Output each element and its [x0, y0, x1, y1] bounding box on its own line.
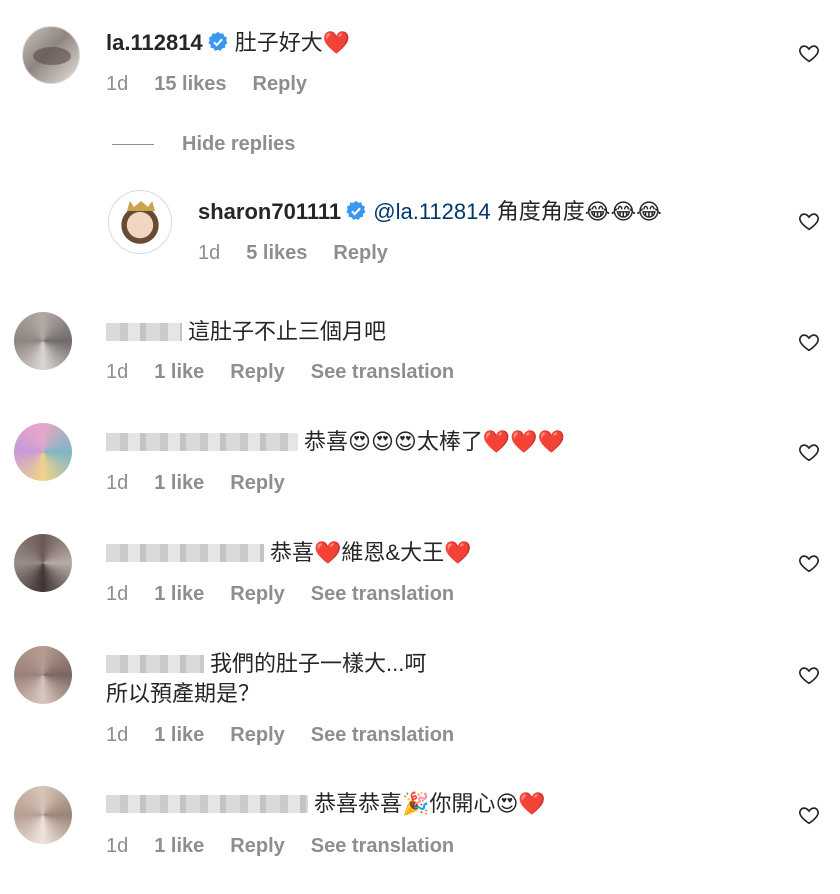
blurred-username[interactable] — [106, 433, 298, 451]
likes-count[interactable]: 1 like — [154, 472, 204, 494]
comment-meta: 1d 1 like Reply See translation — [106, 581, 480, 607]
hide-replies-label: Hide replies — [182, 132, 296, 155]
avatar[interactable] — [22, 26, 80, 84]
like-heart-icon[interactable] — [798, 552, 820, 574]
comment-meta: 1d 1 like Reply See translation — [106, 833, 480, 859]
heart-emoji: ❤️❤️❤️ — [482, 429, 566, 454]
comment-text: 恭喜恭喜 — [314, 791, 403, 816]
likes-count[interactable]: 1 like — [154, 835, 204, 857]
verified-badge-icon — [346, 200, 366, 220]
comment-meta: 1d 1 like Reply — [106, 470, 311, 496]
avatar[interactable] — [14, 423, 72, 481]
comment-text-2: 太棒了 — [416, 429, 483, 454]
comment-text: 恭喜 — [304, 429, 349, 454]
like-heart-icon[interactable] — [798, 664, 820, 686]
likes-count[interactable]: 15 likes — [154, 73, 226, 95]
see-translation-button[interactable]: See translation — [311, 361, 454, 383]
avatar[interactable] — [14, 646, 72, 704]
avatar[interactable] — [14, 534, 72, 592]
avatar[interactable] — [14, 312, 72, 370]
likes-count[interactable]: 1 like — [154, 724, 204, 746]
comment-time: 1d — [198, 242, 221, 264]
like-heart-icon[interactable] — [798, 42, 820, 64]
reply-button[interactable]: Reply — [230, 361, 284, 383]
see-translation-button[interactable]: See translation — [311, 583, 454, 605]
blurred-username[interactable] — [106, 323, 182, 341]
comment-username[interactable]: la.112814 — [106, 30, 203, 55]
laughing-emoji: 😂😂😂 — [584, 199, 662, 224]
likes-count[interactable]: 5 likes — [246, 242, 307, 264]
comment-meta: 1d 1 like Reply See translation — [106, 722, 480, 748]
avatar[interactable] — [108, 190, 172, 254]
comment-username[interactable]: sharon701111 — [198, 199, 341, 224]
heart-emoji: ❤️ — [322, 30, 351, 55]
comment-text-line2: 所以預產期是？ — [106, 681, 261, 706]
comment-time: 1d — [106, 361, 129, 383]
heart-eyes-emoji: 😍❤️ — [495, 791, 546, 816]
like-heart-icon[interactable] — [798, 210, 820, 232]
like-heart-icon[interactable] — [798, 331, 820, 353]
blurred-username[interactable] — [106, 544, 264, 562]
heart-emoji: ❤️ — [314, 540, 342, 565]
blurred-username[interactable] — [106, 655, 204, 673]
reply-button[interactable]: Reply — [333, 242, 387, 264]
divider-line — [112, 143, 154, 145]
comment-time: 1d — [106, 73, 129, 95]
like-heart-icon[interactable] — [798, 441, 820, 463]
comment-text: 角度角度 — [496, 199, 585, 224]
comment-text: 肚子好大 — [234, 30, 323, 55]
reply-button[interactable]: Reply — [230, 724, 284, 746]
reply-button[interactable]: Reply — [230, 835, 284, 857]
comment-text: 我們的肚子一樣大...呵 — [210, 651, 427, 676]
avatar[interactable] — [14, 786, 72, 844]
comment-text: 這肚子不止三個月吧 — [188, 319, 387, 344]
comment-meta: 1d 5 likes Reply — [198, 240, 414, 266]
mention-link[interactable]: @la.112814 — [373, 199, 490, 224]
comment-text-2: 維恩&大王 — [341, 540, 445, 565]
comment-time: 1d — [106, 724, 129, 746]
comment-time: 1d — [106, 583, 129, 605]
party-popper-emoji: 🎉 — [402, 791, 430, 816]
likes-count[interactable]: 1 like — [154, 583, 204, 605]
comment-meta: 1d 1 like Reply See translation — [106, 359, 480, 385]
comment-time: 1d — [106, 472, 129, 494]
comment-text-2: 你開心 — [429, 791, 496, 816]
verified-badge-icon — [208, 31, 228, 51]
heart-eyes-emoji: 😍😍😍 — [348, 429, 417, 454]
heart-emoji: ❤️ — [444, 540, 472, 565]
blurred-username[interactable] — [106, 795, 308, 813]
like-heart-icon[interactable] — [798, 804, 820, 826]
comment-text: 恭喜 — [270, 540, 315, 565]
comment-meta: 1d 15 likes Reply — [106, 71, 333, 97]
likes-count[interactable]: 1 like — [154, 361, 204, 383]
see-translation-button[interactable]: See translation — [311, 835, 454, 857]
reply-button[interactable]: Reply — [230, 472, 284, 494]
reply-button[interactable]: Reply — [253, 73, 307, 95]
comment-time: 1d — [106, 835, 129, 857]
see-translation-button[interactable]: See translation — [311, 724, 454, 746]
hide-replies-button[interactable]: Hide replies — [112, 130, 295, 158]
reply-button[interactable]: Reply — [230, 583, 284, 605]
